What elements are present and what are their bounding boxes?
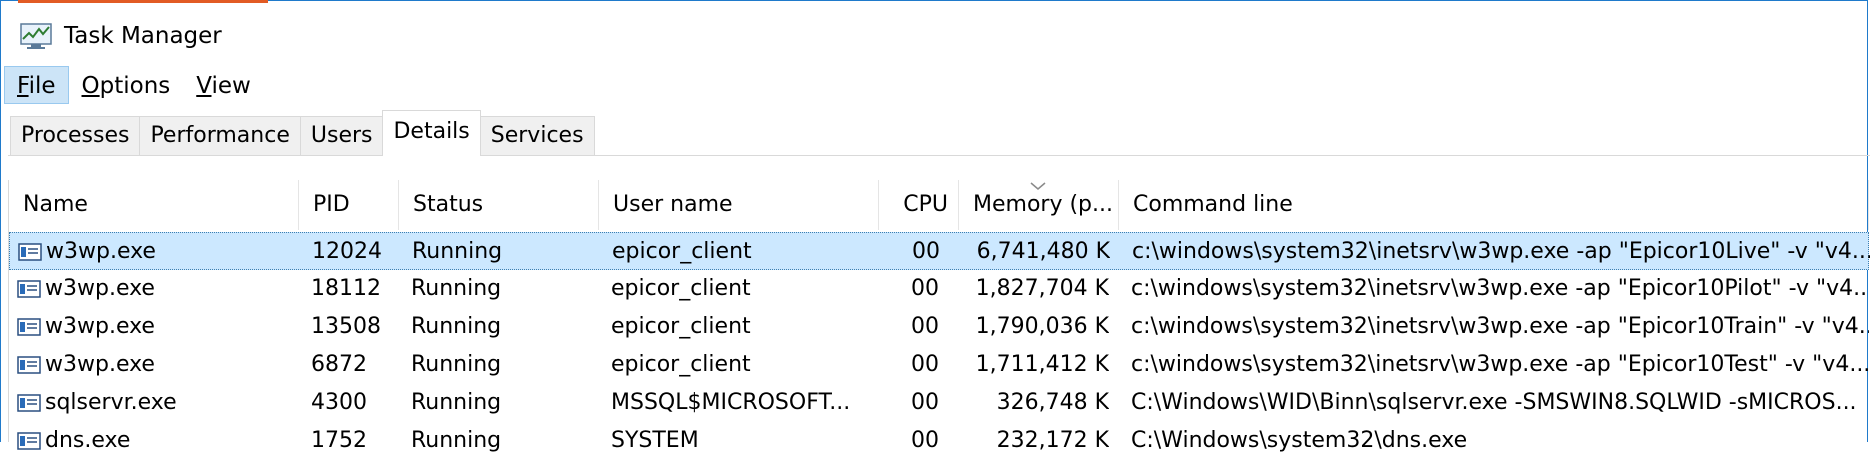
sort-descending-icon — [1030, 182, 1046, 190]
process-icon — [17, 394, 41, 412]
menu-file[interactable]: File — [4, 66, 69, 104]
menu-file-mnemonic: F — [17, 73, 29, 99]
column-header-user-name[interactable]: User name — [599, 180, 879, 230]
menu-options-mnemonic: O — [81, 73, 100, 99]
cell-cpu: 00 — [911, 428, 939, 453]
cell-pid: 12024 — [312, 239, 382, 264]
tab-services[interactable]: Services — [479, 116, 595, 156]
cell-memory: 1,790,036 K — [975, 314, 1109, 339]
column-header-status[interactable]: Status — [399, 180, 599, 230]
details-table: Name PID Status User name CPU Memory (p.… — [8, 180, 1870, 453]
cell-memory: 6,741,480 K — [976, 239, 1110, 264]
cell-name: w3wp.exe — [45, 314, 155, 339]
cell-user-name: epicor_client — [611, 352, 751, 377]
column-header-name[interactable]: Name — [9, 180, 299, 230]
column-header-pid[interactable]: PID — [299, 180, 399, 230]
cell-command-line: c:\windows\system32\inetsrv\w3wp.exe -ap… — [1131, 276, 1869, 301]
cell-cpu: 00 — [912, 239, 940, 264]
cell-pid: 4300 — [311, 390, 367, 415]
cell-status: Running — [411, 428, 502, 453]
tab-performance[interactable]: Performance — [139, 116, 301, 156]
cell-pid: 18112 — [311, 276, 381, 301]
cell-command-line: c:\windows\system32\inetsrv\w3wp.exe -ap… — [1132, 239, 1870, 264]
cell-status: Running — [411, 352, 502, 377]
menu-view-mnemonic: V — [196, 73, 212, 99]
cell-user-name: SYSTEM — [611, 428, 699, 453]
tab-strip: Processes Performance Users Details Serv… — [10, 110, 595, 156]
cell-memory: 1,711,412 K — [975, 352, 1109, 377]
process-icon — [17, 356, 41, 374]
process-icon — [17, 432, 41, 450]
tab-users[interactable]: Users — [299, 116, 384, 156]
column-header-cpu[interactable]: CPU — [879, 180, 959, 230]
cell-cpu: 00 — [911, 390, 939, 415]
cell-memory: 326,748 K — [996, 390, 1109, 415]
table-header: Name PID Status User name CPU Memory (p.… — [9, 180, 1870, 230]
cell-status: Running — [411, 390, 502, 415]
cell-memory: 1,827,704 K — [975, 276, 1109, 301]
menu-options[interactable]: Options — [69, 66, 184, 104]
cell-memory: 232,172 K — [996, 428, 1109, 453]
cell-user-name: epicor_client — [612, 239, 752, 264]
process-icon — [17, 280, 41, 298]
table-row[interactable]: sqlservr.exe 4300 Running MSSQL$MICROSOF… — [9, 384, 1869, 422]
cell-cpu: 00 — [911, 276, 939, 301]
table-row[interactable]: w3wp.exe 6872 Running epicor_client 00 1… — [9, 346, 1869, 384]
table-row[interactable]: w3wp.exe 13508 Running epicor_client 00 … — [9, 308, 1869, 346]
cell-pid: 1752 — [311, 428, 367, 453]
cell-status: Running — [411, 314, 502, 339]
menu-view-label: iew — [211, 73, 251, 99]
cell-status: Running — [411, 276, 502, 301]
cell-cpu: 00 — [911, 352, 939, 377]
table-row[interactable]: w3wp.exe 12024 Running epicor_client 00 … — [9, 232, 1870, 270]
title-bar[interactable]: Task Manager — [0, 0, 1870, 72]
menu-view[interactable]: View — [183, 66, 264, 104]
menu-options-label: ptions — [99, 73, 171, 99]
cell-name: w3wp.exe — [45, 352, 155, 377]
process-icon — [18, 243, 42, 261]
tab-divider — [8, 155, 1870, 156]
cell-command-line: C:\Windows\system32\dns.exe — [1131, 428, 1468, 453]
cell-cpu: 00 — [911, 314, 939, 339]
menu-bar: File Options View — [4, 66, 264, 106]
task-manager-icon — [20, 23, 52, 49]
cell-command-line: c:\windows\system32\inetsrv\w3wp.exe -ap… — [1131, 352, 1869, 377]
column-header-command-line[interactable]: Command line — [1119, 180, 1869, 230]
table-row[interactable]: w3wp.exe 18112 Running epicor_client 00 … — [9, 270, 1869, 308]
cell-name: dns.exe — [45, 428, 131, 453]
cell-name: w3wp.exe — [46, 239, 156, 264]
window-title: Task Manager — [64, 23, 222, 49]
cell-name: sqlservr.exe — [45, 390, 177, 415]
cell-user-name: epicor_client — [611, 276, 751, 301]
cell-user-name: epicor_client — [611, 314, 751, 339]
process-icon — [17, 318, 41, 336]
cell-command-line: C:\Windows\WID\Binn\sqlservr.exe -SMSWIN… — [1131, 390, 1857, 415]
cell-user-name: MSSQL$MICROSOFT... — [611, 390, 851, 415]
cell-pid: 6872 — [311, 352, 367, 377]
table-row[interactable]: dns.exe 1752 Running SYSTEM 00 232,172 K… — [9, 422, 1869, 460]
tab-details[interactable]: Details — [382, 110, 481, 156]
menu-file-label: ile — [28, 73, 56, 99]
cell-command-line: c:\windows\system32\inetsrv\w3wp.exe -ap… — [1131, 314, 1869, 339]
cell-status: Running — [412, 239, 503, 264]
cell-name: w3wp.exe — [45, 276, 155, 301]
tab-processes[interactable]: Processes — [10, 116, 141, 156]
cell-pid: 13508 — [311, 314, 381, 339]
